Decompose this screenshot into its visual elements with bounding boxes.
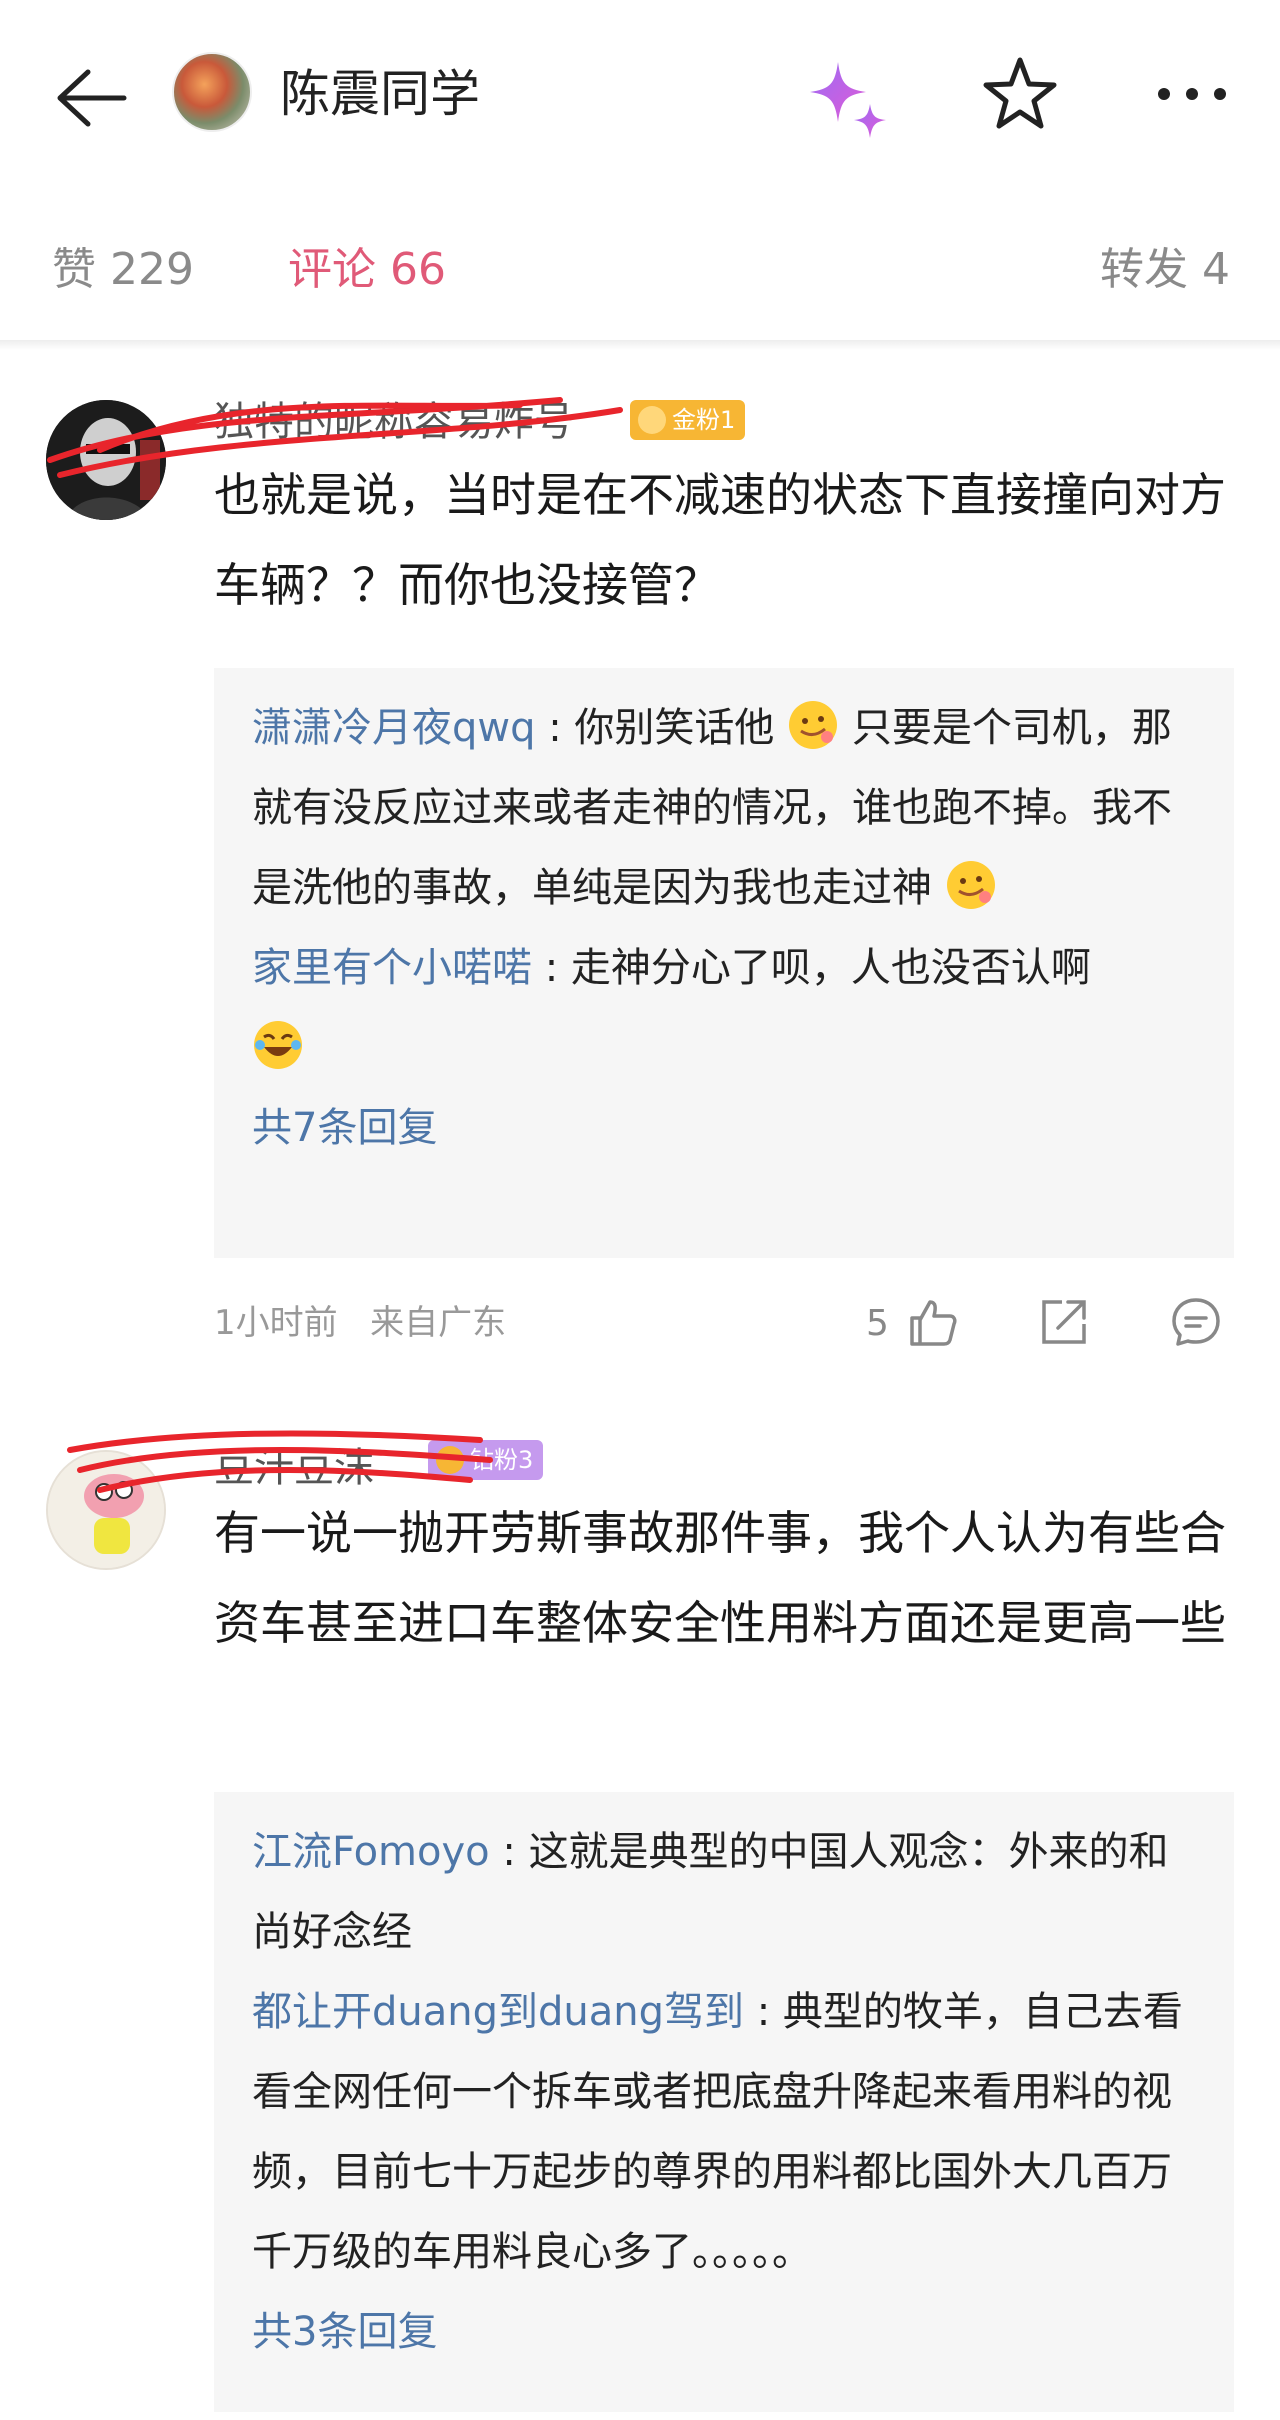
ai-sparkle-button[interactable] (800, 52, 896, 148)
reply-item: 都让开duang到duang驾到 : 典型的牧羊，自己去看看全网任何一个拆车或者… (252, 1989, 1183, 2275)
more-replies-link[interactable]: 共3条回复 (252, 2292, 1196, 2372)
fan-badge: 钻粉3 (428, 1440, 544, 1480)
gold-badge-icon (638, 406, 666, 434)
author-avatar[interactable] (172, 52, 252, 132)
tab-likes[interactable]: 赞 229 (52, 240, 194, 300)
sparkle-icon (810, 62, 886, 138)
commenter-name[interactable]: 独特的昵称容易炸号 (214, 394, 574, 450)
crown-badge-icon (436, 1446, 464, 1474)
reply-item: 潇潇冷月夜qwq : 你别笑话他 只要是个司机，那就有没反应过来或者走神的情况，… (252, 688, 1196, 928)
reply-item: 江流Fomoyo : 这就是典型的中国人观念：外来的和尚好念经 (252, 1829, 1169, 1955)
comment-text: 也就是说，当时是在不减速的状态下直接撞向对方车辆？？而你也没接管？ (214, 468, 1226, 612)
star-icon (983, 57, 1057, 129)
commenter-avatar[interactable] (46, 400, 166, 520)
comment-text: 有一说一抛开劳斯事故那件事，我个人认为有些合资车甚至进口车整体安全性用料方面还是… (214, 1506, 1226, 1650)
like-count: 5 (866, 1303, 889, 1344)
like-icon[interactable] (904, 1294, 960, 1350)
reply-box: 潇潇冷月夜qwq : 你别笑话他 只要是个司机，那就有没反应过来或者走神的情况，… (214, 668, 1234, 1258)
tab-comments[interactable]: 评论 66 (288, 240, 446, 300)
reply-author[interactable]: 都让开duang到duang驾到 (252, 1989, 744, 2035)
reply-author[interactable]: 潇潇冷月夜qwq (252, 705, 536, 751)
reply-text: 走神分心了呗，人也没否认啊 (570, 945, 1091, 991)
tab-reposts[interactable]: 转发 4 (1100, 240, 1230, 300)
back-arrow-icon (57, 69, 127, 127)
comment-meta: 1小时前 来自广东 (214, 1298, 506, 1348)
comment-item: 豆汁豆沫 钻粉3 有一说一抛开劳斯事故那件事，我个人认为有些合资车甚至进口车整体… (0, 1400, 1280, 2420)
reply-box: 江流Fomoyo : 这就是典型的中国人观念：外来的和尚好念经 都让开duang… (214, 1792, 1234, 2412)
divider (0, 340, 1280, 350)
comment-time: 1小时前 (214, 1303, 338, 1343)
laugh-cry-emoji-icon (254, 1021, 302, 1069)
top-bar: 陈震同学 (0, 0, 1280, 190)
back-button[interactable] (48, 56, 132, 140)
comment-item: 独特的昵称容易炸号 金粉1 也就是说，当时是在不减速的状态下直接撞向对方车辆？？… (0, 350, 1280, 1380)
smirk-emoji-icon (789, 701, 838, 749)
comment-icon[interactable] (1168, 1294, 1224, 1350)
reply-item: 家里有个小喏喏 : 走神分心了呗，人也没否认啊 (252, 928, 1196, 1088)
reply-text: 你别笑话他 (574, 705, 775, 751)
smirk-emoji-icon (946, 861, 995, 909)
page-title: 陈震同学 (280, 65, 480, 123)
share-icon[interactable] (1036, 1294, 1092, 1350)
fan-badge: 金粉1 (630, 400, 746, 440)
reply-author[interactable]: 家里有个小喏喏 (252, 945, 532, 991)
stats-tabs: 赞 229 评论 66 转发 4 (0, 220, 1280, 330)
reply-author[interactable]: 江流Fomoyo (252, 1829, 490, 1875)
comment-location: 来自广东 (370, 1303, 507, 1343)
favorite-button[interactable] (978, 52, 1062, 136)
more-button[interactable] (1150, 52, 1234, 136)
more-replies-link[interactable]: 共7条回复 (252, 1088, 1196, 1168)
commenter-avatar[interactable] (46, 1450, 166, 1570)
more-dots-icon (1158, 88, 1226, 100)
